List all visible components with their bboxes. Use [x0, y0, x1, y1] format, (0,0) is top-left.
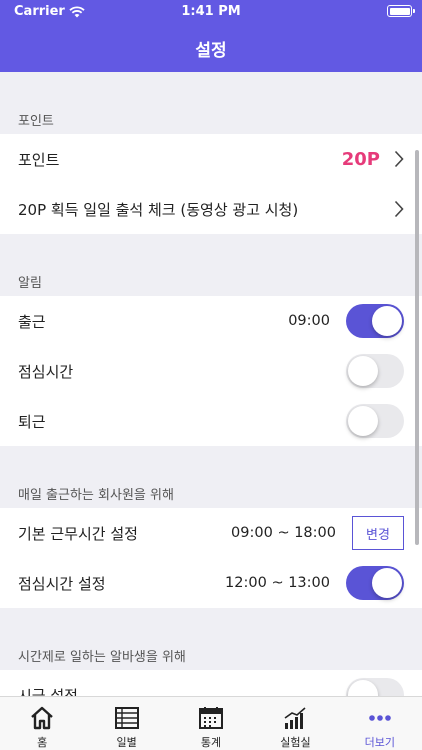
page-title: 설정 [195, 41, 227, 61]
tab-home[interactable]: 홈 [0, 697, 84, 750]
tab-stats[interactable]: 통계 [169, 697, 253, 750]
section-header-employee: 매일 출근하는 회사원을 위해 [18, 488, 174, 503]
status-bar: Carrier 1:41 PM [0, 0, 422, 24]
settings-list[interactable]: 포인트 포인트 20P 20P 획득 일일 출석 체크 (동영상 광고 시청) … [0, 72, 422, 696]
hourly-wage-toggle[interactable] [346, 678, 404, 696]
alarm-checkin-label: 출근 [18, 312, 46, 331]
tab-lab-label: 실험실 [280, 736, 311, 749]
tab-home-label: 홈 [37, 736, 48, 749]
tab-more[interactable]: 더보기 [338, 697, 422, 750]
alarm-lunch-label: 점심시간 [18, 362, 74, 381]
calendar-icon [199, 707, 224, 729]
home-icon [31, 706, 54, 730]
scrollbar[interactable] [415, 150, 419, 545]
tab-more-label: 더보기 [364, 736, 396, 749]
attendance-check-label: 20P 획득 일일 출석 체크 (동영상 광고 시청) [18, 200, 299, 219]
points-row[interactable]: 포인트 20P [0, 134, 422, 184]
list-icon [114, 707, 139, 729]
lunch-time-toggle[interactable] [346, 566, 404, 600]
battery-icon [387, 5, 415, 17]
chevron-right-icon [394, 200, 404, 218]
alarm-checkin-row: 출근 09:00 [0, 296, 422, 346]
app-header: Carrier 1:41 PM 설정 [0, 0, 422, 72]
alarm-lunch-row: 점심시간 [0, 346, 422, 396]
points-value: 20P [341, 148, 380, 170]
work-hours-row: 기본 근무시간 설정 09:00 ~ 18:00 변경 [0, 508, 422, 558]
work-hours-label: 기본 근무시간 설정 [18, 524, 138, 543]
section-header-alarm: 알림 [18, 276, 42, 291]
lunch-time-value[interactable]: 12:00 ~ 13:00 [225, 575, 330, 591]
alarm-checkout-label: 퇴근 [18, 412, 46, 431]
chart-icon [284, 707, 306, 729]
section-header-points: 포인트 [18, 114, 54, 129]
chevron-right-icon [394, 150, 404, 168]
alarm-checkin-time[interactable]: 09:00 [288, 313, 330, 329]
alarm-checkout-row: 퇴근 [0, 396, 422, 446]
tab-lab[interactable]: 실험실 [253, 697, 337, 750]
points-label: 포인트 [18, 150, 60, 169]
tab-daily-label: 일별 [116, 736, 137, 749]
alarm-checkin-toggle[interactable] [346, 304, 404, 338]
attendance-check-row[interactable]: 20P 획득 일일 출석 체크 (동영상 광고 시청) [0, 184, 422, 234]
hourly-wage-label: 시급 설정 [18, 686, 78, 697]
hourly-wage-row: 시급 설정 [0, 670, 422, 696]
change-work-hours-button[interactable]: 변경 [352, 516, 404, 550]
more-icon [369, 715, 391, 721]
work-hours-value: 09:00 ~ 18:00 [231, 525, 336, 541]
alarm-checkout-toggle[interactable] [346, 404, 404, 438]
status-time: 1:41 PM [181, 4, 241, 19]
lunch-time-label: 점심시간 설정 [18, 574, 106, 593]
tab-stats-label: 통계 [200, 736, 222, 749]
section-header-parttime: 시간제로 일하는 알바생을 위해 [18, 650, 186, 665]
tab-daily[interactable]: 일별 [84, 697, 168, 750]
alarm-lunch-toggle[interactable] [346, 354, 404, 388]
tab-bar: 홈 일별 통계 실험실 더보기 [0, 696, 422, 750]
lunch-time-row: 점심시간 설정 12:00 ~ 13:00 [0, 558, 422, 608]
